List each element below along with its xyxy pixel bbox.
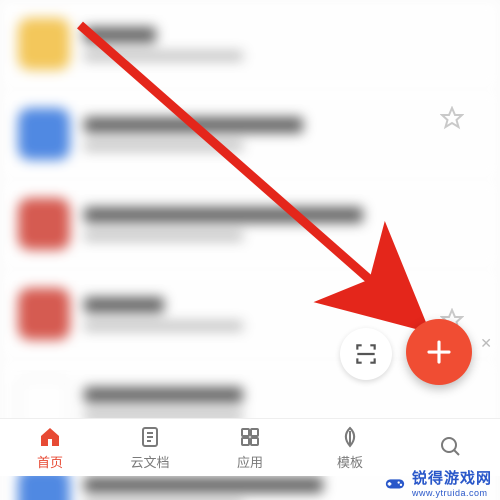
close-icon[interactable]: ✕: [480, 335, 492, 352]
add-fab[interactable]: [406, 319, 472, 385]
app-screen: ✕ 首页 云文档 应用 模板 锐得游戏网: [0, 0, 500, 500]
watermark-url: www.ytruida.com: [412, 488, 492, 498]
docs-icon: [138, 425, 162, 449]
gamepad-icon: [384, 472, 406, 494]
nav-label: 应用: [237, 452, 263, 471]
nav-label: 云文档: [130, 452, 169, 471]
nav-label: 模板: [337, 452, 363, 471]
watermark: 锐得游戏网 www.ytruida.com: [384, 467, 492, 498]
list-item[interactable]: [0, 90, 500, 178]
scan-icon: [353, 341, 379, 367]
watermark-text: 锐得游戏网: [412, 467, 492, 488]
list-item[interactable]: [0, 180, 500, 268]
file-icon: [18, 18, 70, 70]
nav-apps[interactable]: 应用: [200, 419, 300, 476]
leaf-icon: [338, 425, 362, 449]
nav-label: 首页: [37, 452, 63, 471]
home-icon: [38, 425, 62, 449]
search-icon: [438, 434, 462, 458]
scan-button[interactable]: [340, 328, 392, 380]
nav-home[interactable]: 首页: [0, 419, 100, 476]
plus-icon: [424, 337, 454, 367]
file-icon: [18, 288, 70, 340]
list-item[interactable]: [0, 0, 500, 88]
nav-docs[interactable]: 云文档: [100, 419, 200, 476]
apps-icon: [238, 425, 262, 449]
file-icon: [18, 108, 70, 160]
file-icon: [18, 198, 70, 250]
